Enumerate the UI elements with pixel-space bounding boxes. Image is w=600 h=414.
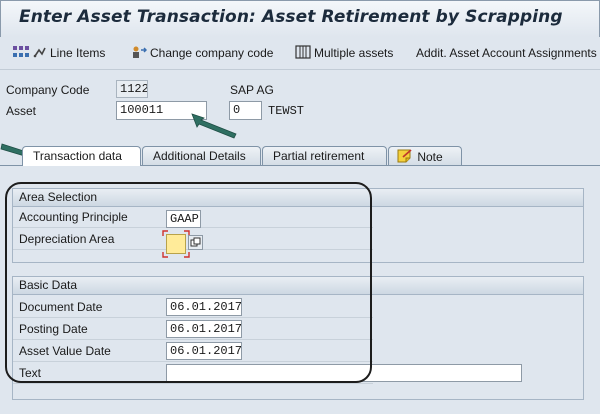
line-items-label: Line Items — [50, 46, 106, 60]
grid-icon — [12, 45, 30, 62]
addit-account-assignments-label: Addit. Asset Account Assignments — [416, 46, 597, 60]
title-bar: Enter Asset Transaction: Asset Retiremen… — [0, 0, 600, 38]
arrow-icon — [190, 110, 240, 143]
change-company-code-button[interactable]: Change company code — [131, 44, 273, 62]
accounting-principle-input[interactable]: GAAP — [166, 210, 201, 228]
asset-value-date-label: Asset Value Date — [19, 344, 111, 358]
company-code-label: Company Code — [6, 83, 90, 97]
application-toolbar: Line Items Change company code Multiple … — [0, 37, 600, 70]
tab-transaction-data-label: Transaction data — [33, 149, 122, 163]
multiple-assets-label: Multiple assets — [314, 46, 394, 60]
note-icon — [397, 149, 413, 166]
tab-strip: Transaction data Additional Details Part… — [0, 146, 600, 166]
tab-note-label: Note — [417, 150, 443, 164]
tab-partial-retirement[interactable]: Partial retirement — [262, 146, 387, 165]
depreciation-area-label: Depreciation Area — [19, 232, 115, 246]
line-items-icon — [33, 45, 47, 62]
posting-date-label: Posting Date — [19, 322, 88, 336]
asset-description: TEWST — [268, 104, 305, 118]
area-selection-group: Area Selection Accounting Principle Depr… — [12, 188, 584, 263]
tab-additional-details[interactable]: Additional Details — [142, 146, 261, 165]
asset-label: Asset — [6, 104, 37, 118]
basic-data-group: Basic Data Document Date Posting Date As… — [12, 276, 584, 400]
document-date-input[interactable]: 06.01.2017 — [166, 298, 242, 316]
tab-note[interactable]: Note — [388, 146, 462, 165]
accounting-principle-label: Accounting Principle — [19, 210, 128, 224]
tab-transaction-data[interactable]: Transaction data — [22, 146, 141, 166]
company-name: SAP AG — [230, 83, 274, 97]
company-code-field: 1122 — [116, 80, 148, 98]
transaction-data-panel: Area Selection Accounting Principle Depr… — [0, 166, 600, 414]
line-items-button[interactable]: Line Items — [12, 44, 105, 62]
area-selection-title: Area Selection — [13, 189, 583, 207]
required-marker-icon — [162, 230, 190, 258]
text-label: Text — [19, 366, 42, 380]
tab-partial-retirement-label: Partial retirement — [273, 149, 365, 163]
value-help-icon[interactable] — [188, 235, 203, 250]
posting-date-input[interactable]: 06.01.2017 — [166, 320, 242, 338]
change-icon — [131, 45, 148, 62]
change-company-code-label: Change company code — [150, 46, 274, 60]
tab-additional-details-label: Additional Details — [153, 149, 246, 163]
text-input[interactable] — [166, 364, 522, 382]
addit-account-assignments-button[interactable]: Addit. Asset Account Assignments — [416, 44, 597, 62]
multiple-assets-button[interactable]: Multiple assets — [295, 44, 393, 62]
basic-data-title: Basic Data — [13, 277, 583, 295]
document-date-label: Document Date — [19, 300, 103, 314]
asset-value-date-input[interactable]: 06.01.2017 — [166, 342, 242, 360]
window-title: Enter Asset Transaction: Asset Retiremen… — [19, 7, 563, 27]
multiple-assets-icon — [295, 44, 311, 62]
